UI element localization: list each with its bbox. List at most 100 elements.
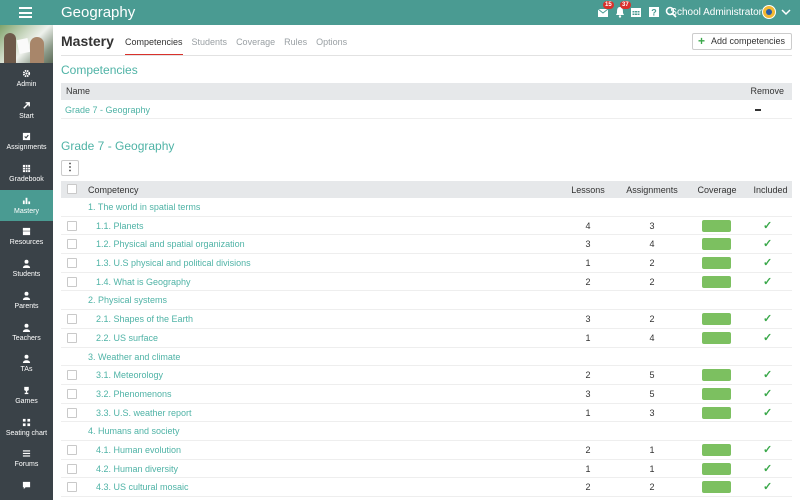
lessons-count: 1 — [585, 407, 591, 418]
sidebar-item-gradebook[interactable]: Gradebook — [0, 158, 53, 190]
competency-link[interactable]: 1.2. Physical and spatial organization — [96, 239, 245, 249]
messages-badge: 15 — [603, 1, 614, 9]
row-checkbox[interactable] — [67, 370, 77, 381]
sidebar-item-label: Seating chart — [5, 429, 48, 437]
check-icon[interactable]: ✓ — [763, 387, 772, 400]
lessons-count: 2 — [585, 370, 591, 381]
check-icon[interactable]: ✓ — [763, 331, 772, 344]
competency-link[interactable]: 1.4. What is Geography — [96, 277, 191, 287]
row-checkbox[interactable] — [67, 258, 77, 269]
tab-rules[interactable]: Rules — [284, 37, 307, 56]
assignments-count: 1 — [649, 463, 655, 474]
assignments-count: 2 — [649, 258, 655, 269]
notifications-icon[interactable]: 37 — [614, 1, 631, 18]
lessons-count: 1 — [585, 258, 591, 269]
sidebar-item-parents[interactable]: Parents — [0, 285, 53, 317]
competency-link[interactable]: Grade 7 - Geography — [65, 105, 150, 115]
check-icon[interactable]: ✓ — [763, 237, 772, 250]
assignments-count: 4 — [649, 332, 655, 343]
kebab-menu-button[interactable]: ⋮ — [61, 160, 79, 176]
competency-link[interactable]: 3.1. Meteorology — [96, 370, 163, 380]
check-icon[interactable]: ✓ — [763, 443, 772, 456]
check-icon[interactable]: ✓ — [763, 275, 772, 288]
tab-students[interactable]: Students — [192, 37, 228, 56]
sidebar-item-chat[interactable] — [0, 475, 53, 500]
competency-link[interactable]: 4.3. US cultural mosaic — [96, 482, 189, 492]
row-checkbox[interactable] — [67, 388, 77, 399]
group-row: 4. Humans and society — [61, 422, 792, 441]
help-icon[interactable]: ? — [648, 6, 660, 18]
row-checkbox[interactable] — [67, 332, 77, 343]
competency-link[interactable]: 1.1. Planets — [96, 221, 144, 231]
person-icon — [22, 354, 31, 364]
table-row: 1.2. Physical and spatial organization 3 4… — [61, 235, 792, 255]
sidebar-item-tas[interactable]: TAs — [0, 348, 53, 380]
sidebar-item-label: TAs — [20, 366, 33, 374]
menu-icon[interactable] — [19, 7, 32, 18]
sidebar-item-admin[interactable]: Admin — [0, 63, 53, 95]
check-icon[interactable]: ✓ — [763, 368, 772, 381]
avatar[interactable] — [762, 5, 776, 19]
sidebar-item-label: Gradebook — [9, 176, 44, 184]
sidebar-item-start[interactable]: Start — [0, 95, 53, 127]
tab-options[interactable]: Options — [316, 37, 347, 56]
sidebar-item-label: Students — [12, 271, 41, 279]
row-checkbox[interactable] — [67, 444, 77, 455]
messages-icon[interactable]: 15 — [597, 1, 614, 18]
row-checkbox[interactable] — [67, 276, 77, 287]
chevron-down-icon[interactable] — [781, 7, 793, 19]
competency-link[interactable]: 1.3. U.S physical and political division… — [96, 258, 251, 268]
sidebar-item-label: Teachers — [12, 334, 41, 342]
sidebar-item-label: Parents — [14, 302, 39, 310]
assignments-count: 4 — [649, 239, 655, 250]
group-row: 1. The world in spatial terms — [61, 198, 792, 217]
check-icon[interactable]: ✓ — [763, 462, 772, 475]
person-icon — [22, 323, 31, 332]
sidebar-item-label: Mastery — [14, 207, 39, 215]
page-title: Mastery — [61, 33, 114, 49]
competency-table: Competency Lessons Assignments Coverage … — [61, 181, 792, 497]
coverage-bar — [702, 443, 731, 456]
competency-link[interactable]: 3.3. U.S. weather report — [96, 408, 192, 418]
competency-link[interactable]: 3.2. Phenomenons — [96, 389, 172, 399]
tab-bar: Competencies Students Coverage Rules Options — [125, 37, 356, 56]
sidebar-item-label: Assignments — [6, 144, 47, 152]
sidebar-item-teachers[interactable]: Teachers — [0, 317, 53, 349]
sidebar-item-forums[interactable]: Forums — [0, 443, 53, 475]
competency-link[interactable]: 4.2. Human diversity — [96, 464, 178, 474]
check-icon[interactable]: ✓ — [763, 312, 772, 325]
add-competencies-button[interactable]: + Add competencies — [691, 33, 792, 50]
check-icon[interactable]: ✓ — [763, 219, 772, 232]
group-label: 3. Weather and climate — [88, 351, 181, 362]
row-checkbox[interactable] — [67, 239, 77, 250]
competency-link[interactable]: 4.1. Human evolution — [96, 445, 181, 455]
assignments-count: 3 — [649, 407, 655, 418]
sidebar-item-resources[interactable]: Resources — [0, 221, 53, 253]
competency-link[interactable]: 2.1. Shapes of the Earth — [96, 314, 193, 324]
row-checkbox[interactable] — [67, 407, 77, 418]
checklist-icon — [22, 132, 31, 141]
row-checkbox[interactable] — [67, 482, 77, 493]
coverage-bar — [702, 331, 731, 344]
sidebar-item-students[interactable]: Students — [0, 253, 53, 285]
remove-icon[interactable] — [755, 109, 761, 111]
competency-column-header: Competency — [88, 185, 139, 195]
main-content: Mastery Competencies Students Coverage Rule… — [53, 25, 800, 500]
check-icon[interactable]: ✓ — [763, 480, 772, 493]
select-all-checkbox[interactable] — [67, 184, 77, 194]
sidebar-item-seating-chart[interactable]: Seating chart — [0, 412, 53, 444]
tab-competencies[interactable]: Competencies — [125, 37, 183, 56]
plus-icon: + — [697, 34, 705, 48]
row-checkbox[interactable] — [67, 220, 77, 231]
sidebar-item-mastery[interactable]: Mastery — [0, 189, 53, 222]
tab-coverage[interactable]: Coverage — [236, 37, 275, 56]
check-icon[interactable]: ✓ — [763, 406, 772, 419]
user-name[interactable]: School Administrator — [670, 7, 762, 18]
competency-link[interactable]: 2.2. US surface — [96, 333, 158, 343]
sidebar-item-assignments[interactable]: Assignments — [0, 126, 53, 158]
row-checkbox[interactable] — [67, 463, 77, 474]
check-icon[interactable]: ✓ — [763, 256, 772, 269]
sidebar-item-games[interactable]: Games — [0, 380, 53, 412]
row-checkbox[interactable] — [67, 314, 77, 325]
calendar-icon[interactable] — [630, 6, 642, 18]
